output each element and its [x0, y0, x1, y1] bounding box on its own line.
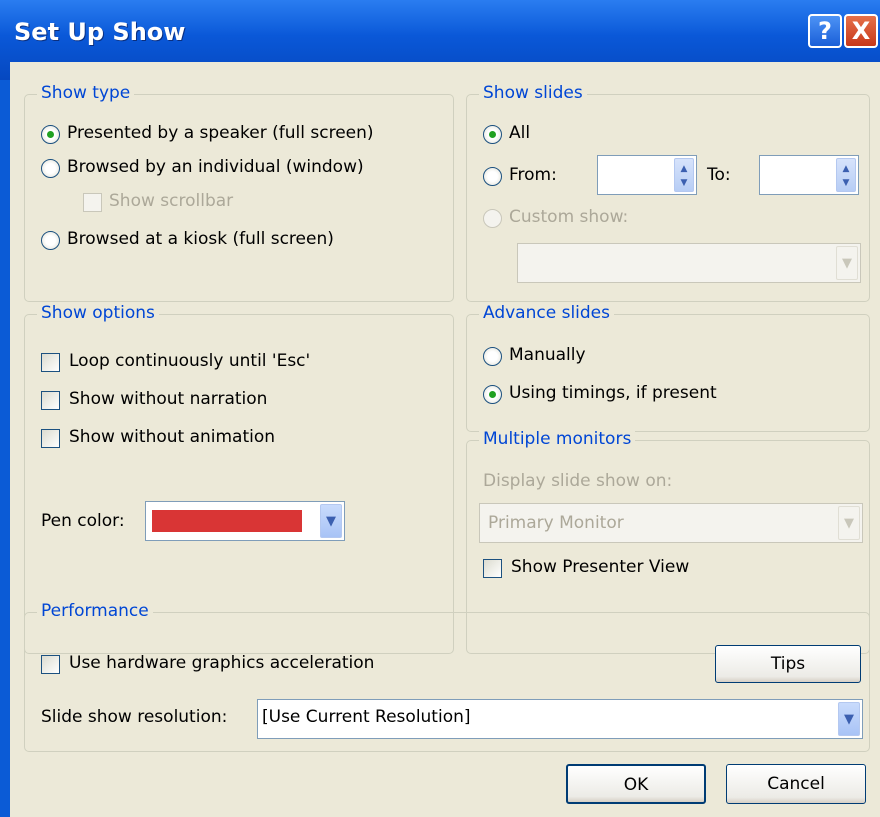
- ok-button[interactable]: OK: [566, 764, 706, 804]
- radio-button[interactable]: [483, 167, 502, 186]
- radio-button[interactable]: [483, 347, 502, 366]
- checkbox[interactable]: [483, 559, 502, 578]
- checkbox-label: Show without narration: [69, 389, 268, 409]
- from-spinner[interactable]: ▲ ▼: [597, 155, 697, 195]
- monitor-dropdown[interactable]: Primary Monitor ▼: [479, 503, 863, 543]
- show-type-group: Show type Presented by a speaker (full s…: [24, 83, 454, 302]
- advance-slides-group: Advance slides Manually Using timings, i…: [466, 303, 870, 432]
- checkbox-label: Loop continuously until 'Esc': [69, 351, 311, 371]
- set-up-show-dialog: Set Up Show ? X Show type Presented by a…: [0, 0, 880, 817]
- advance-slides-legend: Advance slides: [479, 303, 614, 323]
- to-label: To:: [707, 165, 731, 185]
- display-on-label: Display slide show on:: [483, 471, 673, 491]
- resolution-value: [Use Current Resolution]: [262, 707, 471, 727]
- chevron-down-icon[interactable]: ▼: [838, 506, 860, 540]
- pen-color-label: Pen color:: [41, 511, 125, 531]
- chevron-down-icon[interactable]: ▼: [320, 504, 342, 538]
- radio-label: All: [509, 123, 531, 143]
- radio-label: Custom show:: [509, 207, 629, 227]
- performance-legend: Performance: [37, 601, 153, 621]
- radio-label: Browsed at a kiosk (full screen): [67, 229, 334, 249]
- radio-button[interactable]: [41, 231, 60, 250]
- monitor-value: Primary Monitor: [488, 513, 624, 533]
- radio-label: Browsed by an individual (window): [67, 157, 364, 177]
- radio-button[interactable]: [483, 125, 502, 144]
- chevron-down-icon[interactable]: ▼: [838, 702, 860, 736]
- checkbox[interactable]: [41, 655, 60, 674]
- show-slides-legend: Show slides: [479, 83, 587, 103]
- close-icon: X: [851, 17, 871, 45]
- radio-button[interactable]: [41, 125, 60, 144]
- pen-color-picker[interactable]: ▼: [145, 501, 345, 541]
- radio-button[interactable]: [41, 159, 60, 178]
- radio-label: Using timings, if present: [509, 383, 717, 403]
- resolution-dropdown[interactable]: [Use Current Resolution] ▼: [257, 699, 863, 739]
- show-slides-group: Show slides All From: ▲ ▼ To: ▲ ▼ Custom s…: [466, 83, 870, 302]
- checkbox[interactable]: [83, 193, 102, 212]
- radio-button[interactable]: [483, 385, 502, 404]
- dialog-title: Set Up Show: [14, 18, 186, 46]
- radio-label: From:: [509, 165, 557, 185]
- chevron-down-icon[interactable]: ▼: [836, 246, 858, 280]
- checkbox-label: Show Presenter View: [511, 557, 690, 577]
- custom-show-dropdown[interactable]: ▼: [517, 243, 861, 283]
- radio-label: Manually: [509, 345, 586, 365]
- help-icon: ?: [818, 17, 832, 45]
- spinner-arrows-icon[interactable]: ▲ ▼: [674, 158, 694, 192]
- show-type-legend: Show type: [37, 83, 135, 103]
- show-options-legend: Show options: [37, 303, 159, 323]
- checkbox-label: Show without animation: [69, 427, 276, 447]
- close-button[interactable]: X: [844, 14, 878, 48]
- checkbox[interactable]: [41, 429, 60, 448]
- tips-button[interactable]: Tips: [715, 645, 861, 683]
- help-button[interactable]: ?: [808, 14, 842, 48]
- radio-label: Presented by a speaker (full screen): [67, 123, 374, 143]
- performance-group: Performance Use hardware graphics accele…: [24, 601, 870, 752]
- cancel-button[interactable]: Cancel: [726, 764, 866, 804]
- to-spinner[interactable]: ▲ ▼: [759, 155, 859, 195]
- resolution-label: Slide show resolution:: [41, 707, 228, 727]
- pen-color-swatch: [152, 510, 302, 532]
- multiple-monitors-legend: Multiple monitors: [479, 429, 636, 449]
- checkbox-label: Use hardware graphics acceleration: [69, 653, 375, 673]
- checkbox[interactable]: [41, 353, 60, 372]
- radio-button[interactable]: [483, 209, 502, 228]
- dialog-body: Show type Presented by a speaker (full s…: [10, 62, 880, 817]
- spinner-arrows-icon[interactable]: ▲ ▼: [836, 158, 856, 192]
- checkbox-label: Show scrollbar: [109, 191, 234, 211]
- checkbox[interactable]: [41, 391, 60, 410]
